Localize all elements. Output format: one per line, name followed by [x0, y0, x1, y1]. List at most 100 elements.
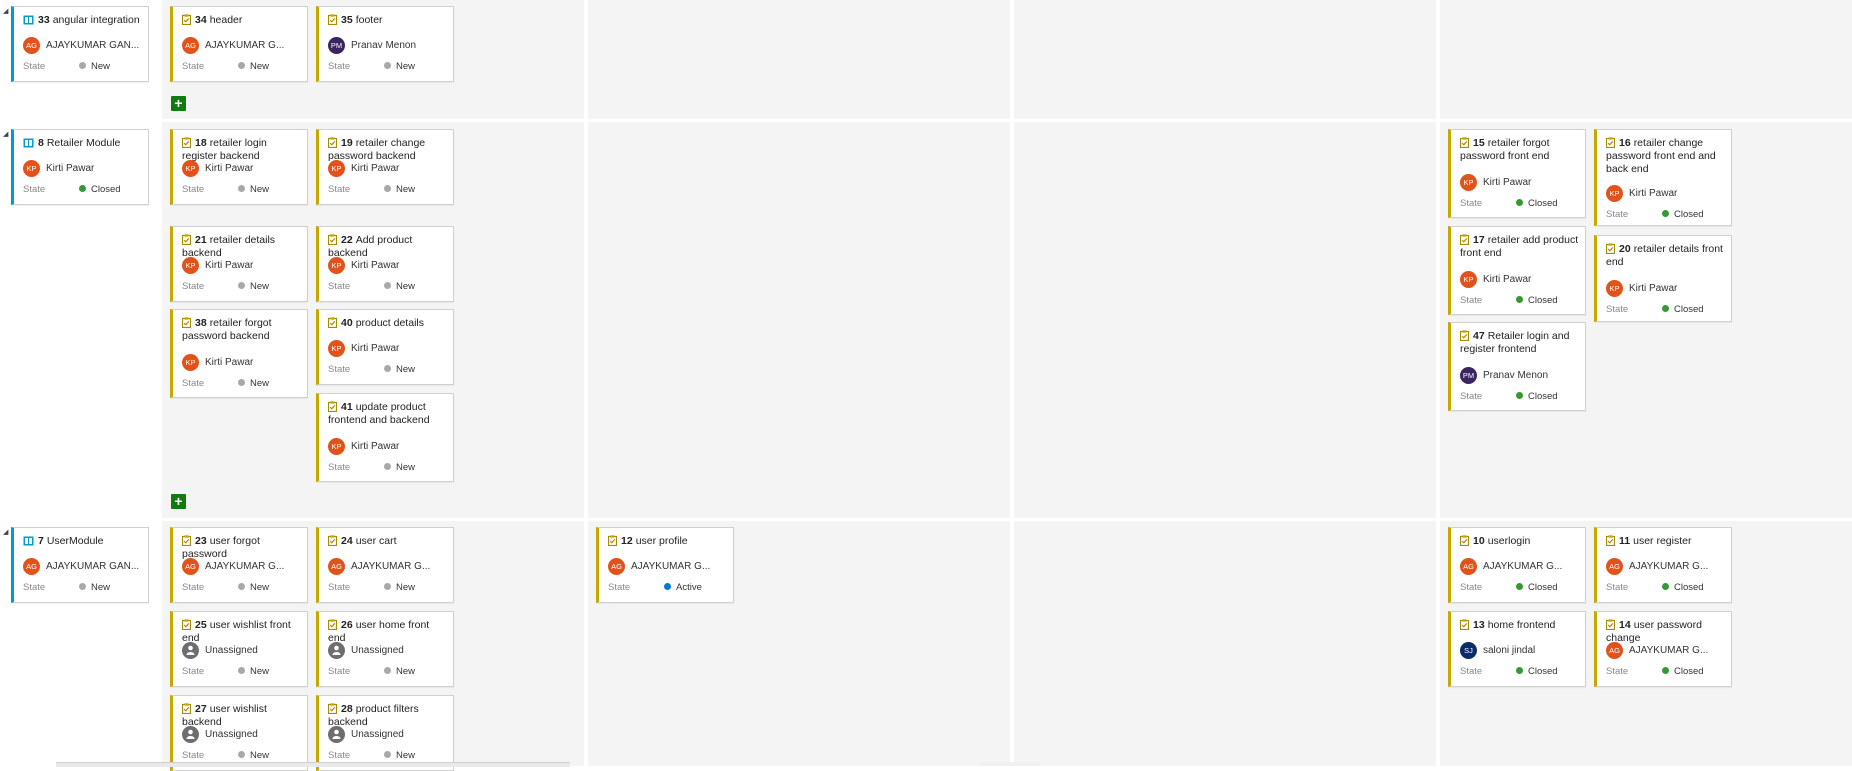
- task-card[interactable]: 24 user cart AG AJAYKUMAR G... State New: [316, 527, 454, 603]
- state-field[interactable]: State Closed: [1606, 304, 1725, 318]
- assignee[interactable]: AG AJAYKUMAR G...: [1606, 641, 1708, 659]
- card-title[interactable]: 12 user profile: [608, 535, 727, 548]
- assignee[interactable]: KP Kirti Pawar: [328, 159, 399, 177]
- user-story-card[interactable]: 8 Retailer Module KP Kirti Pawar State Closed: [11, 129, 149, 205]
- state-field[interactable]: State Closed: [1460, 198, 1579, 212]
- state-value[interactable]: New: [238, 666, 269, 677]
- state-value[interactable]: New: [384, 61, 415, 72]
- state-field[interactable]: State New: [328, 462, 447, 476]
- state-value[interactable]: Closed: [79, 184, 121, 195]
- state-field[interactable]: State New: [23, 582, 142, 596]
- task-card[interactable]: 40 product details KP Kirti Pawar State New: [316, 309, 454, 385]
- state-field[interactable]: State New: [328, 61, 447, 75]
- card-title[interactable]: 34 header: [182, 14, 301, 27]
- task-card[interactable]: 26 user home front end Unassigned State New: [316, 611, 454, 687]
- card-title[interactable]: 20 retailer details front end: [1606, 243, 1725, 269]
- state-field[interactable]: State Active: [608, 582, 727, 596]
- task-card[interactable]: 20 retailer details front end KP Kirti Pawa…: [1594, 235, 1732, 322]
- state-value[interactable]: New: [384, 184, 415, 195]
- state-value[interactable]: New: [238, 750, 269, 761]
- state-field[interactable]: State New: [23, 61, 142, 75]
- state-field[interactable]: State Closed: [1460, 295, 1579, 309]
- assignee[interactable]: AG AJAYKUMAR G...: [1460, 557, 1562, 575]
- state-field[interactable]: State New: [328, 281, 447, 295]
- task-card[interactable]: 47 Retailer login and register frontend PM…: [1448, 322, 1586, 411]
- assignee[interactable]: KP Kirti Pawar: [182, 353, 253, 371]
- state-field[interactable]: State Closed: [23, 184, 142, 198]
- state-value[interactable]: Closed: [1516, 391, 1558, 402]
- assignee[interactable]: KP Kirti Pawar: [328, 437, 399, 455]
- assignee[interactable]: KP Kirti Pawar: [328, 256, 399, 274]
- assignee[interactable]: AG AJAYKUMAR G...: [608, 557, 710, 575]
- task-card[interactable]: 27 user wishlist backend Unassigned State Ne…: [170, 695, 308, 771]
- assignee[interactable]: SJ saloni jindal: [1460, 641, 1535, 659]
- state-value[interactable]: New: [384, 462, 415, 473]
- card-title[interactable]: 41 update product frontend and backend: [328, 401, 447, 427]
- state-field[interactable]: State Closed: [1460, 582, 1579, 596]
- task-card[interactable]: 15 retailer forgot password front end KP Ki…: [1448, 129, 1586, 218]
- card-title[interactable]: 15 retailer forgot password front end: [1460, 137, 1579, 163]
- assignee[interactable]: KP Kirti Pawar: [1606, 279, 1677, 297]
- state-field[interactable]: State New: [182, 666, 301, 680]
- assignee[interactable]: KP Kirti Pawar: [23, 159, 94, 177]
- assignee[interactable]: KP Kirti Pawar: [328, 339, 399, 357]
- task-card[interactable]: 13 home frontend SJ saloni jindal State Close…: [1448, 611, 1586, 687]
- assignee[interactable]: AG AJAYKUMAR G...: [1606, 557, 1708, 575]
- task-card[interactable]: 17 retailer add product front end KP Kirti …: [1448, 226, 1586, 315]
- card-title[interactable]: 40 product details: [328, 317, 447, 330]
- state-value[interactable]: New: [384, 281, 415, 292]
- state-value[interactable]: Closed: [1662, 582, 1704, 593]
- assignee[interactable]: PM Pranav Menon: [1460, 366, 1548, 384]
- state-value[interactable]: New: [384, 666, 415, 677]
- state-field[interactable]: State Closed: [1606, 582, 1725, 596]
- assignee[interactable]: AG AJAYKUMAR GAN...: [23, 557, 139, 575]
- state-field[interactable]: State New: [328, 666, 447, 680]
- task-card[interactable]: 38 retailer forgot password backend KP Kirt…: [170, 309, 308, 398]
- task-card[interactable]: 25 user wishlist front end Unassigned State…: [170, 611, 308, 687]
- task-card[interactable]: 34 header AG AJAYKUMAR G... State New: [170, 6, 308, 82]
- state-field[interactable]: State Closed: [1460, 666, 1579, 680]
- assignee[interactable]: KP Kirti Pawar: [1460, 270, 1531, 288]
- assignee[interactable]: AG AJAYKUMAR G...: [182, 557, 284, 575]
- card-title[interactable]: 17 retailer add product front end: [1460, 234, 1579, 260]
- assignee[interactable]: KP Kirti Pawar: [1460, 173, 1531, 191]
- card-title[interactable]: 24 user cart: [328, 535, 447, 548]
- state-value[interactable]: Closed: [1516, 666, 1558, 677]
- card-title[interactable]: 10 userlogin: [1460, 535, 1579, 548]
- state-value[interactable]: New: [79, 582, 110, 593]
- state-field[interactable]: State New: [182, 281, 301, 295]
- state-value[interactable]: New: [384, 364, 415, 375]
- state-value[interactable]: Closed: [1516, 295, 1558, 306]
- assignee[interactable]: PM Pranav Menon: [328, 36, 416, 54]
- assignee[interactable]: AG AJAYKUMAR G...: [182, 36, 284, 54]
- state-value[interactable]: New: [238, 61, 269, 72]
- assignee[interactable]: KP Kirti Pawar: [182, 159, 253, 177]
- user-story-card[interactable]: 7 UserModule AG AJAYKUMAR GAN... State New: [11, 527, 149, 603]
- card-title[interactable]: 33 angular integration: [23, 14, 142, 27]
- assignee[interactable]: Unassigned: [328, 641, 404, 659]
- task-card[interactable]: 41 update product frontend and backend KP K…: [316, 393, 454, 482]
- add-task-button[interactable]: +: [171, 494, 186, 509]
- task-card[interactable]: 19 retailer change password backend KP Kirt…: [316, 129, 454, 205]
- state-field[interactable]: State New: [182, 582, 301, 596]
- task-card[interactable]: 10 userlogin AG AJAYKUMAR G... State Closed: [1448, 527, 1586, 603]
- card-title[interactable]: 8 Retailer Module: [23, 137, 142, 150]
- state-value[interactable]: New: [238, 184, 269, 195]
- state-value[interactable]: Closed: [1516, 198, 1558, 209]
- state-field[interactable]: State New: [182, 378, 301, 392]
- card-title[interactable]: 13 home frontend: [1460, 619, 1579, 632]
- row-collapse-icon[interactable]: ◢: [3, 130, 8, 138]
- task-card[interactable]: 18 retailer login register backend KP Kirti…: [170, 129, 308, 205]
- task-card[interactable]: 12 user profile AG AJAYKUMAR G... State Activ…: [596, 527, 734, 603]
- state-value[interactable]: Active: [664, 582, 702, 593]
- assignee[interactable]: Unassigned: [182, 725, 258, 743]
- horizontal-scrollbar[interactable]: [56, 762, 570, 767]
- card-title[interactable]: 7 UserModule: [23, 535, 142, 548]
- card-title[interactable]: 11 user register: [1606, 535, 1725, 548]
- state-value[interactable]: New: [238, 281, 269, 292]
- task-card[interactable]: 22 Add product backend KP Kirti Pawar State N…: [316, 226, 454, 302]
- state-field[interactable]: State Closed: [1606, 666, 1725, 680]
- row-collapse-icon[interactable]: ◢: [3, 528, 8, 536]
- task-card[interactable]: 11 user register AG AJAYKUMAR G... State Clos…: [1594, 527, 1732, 603]
- state-value[interactable]: New: [79, 61, 110, 72]
